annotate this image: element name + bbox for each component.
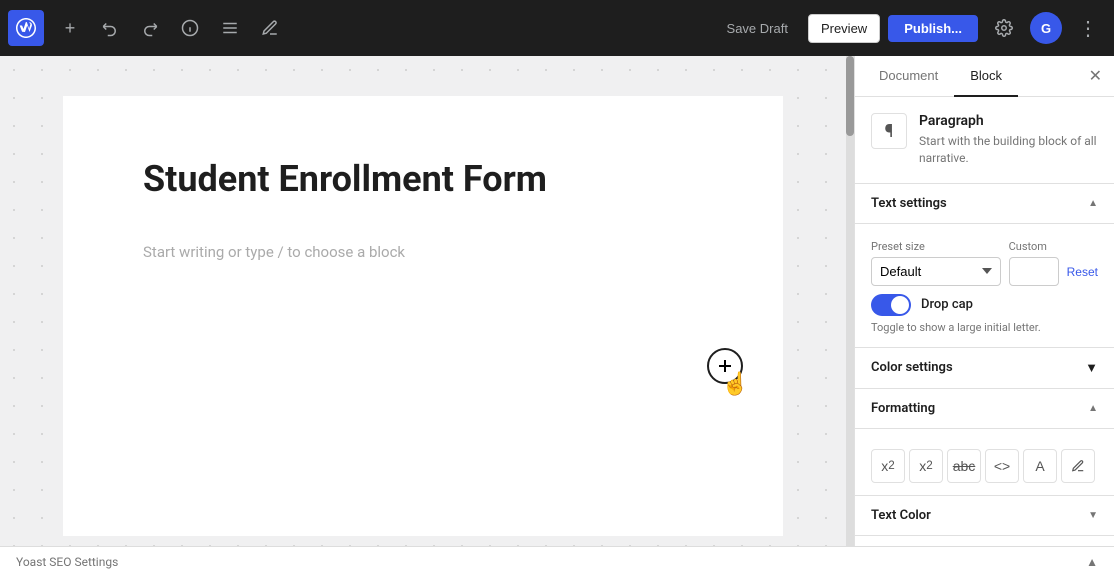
block-placeholder[interactable]: Start writing or type / to choose a bloc…: [143, 235, 703, 269]
block-name: Paragraph: [919, 113, 1098, 129]
settings-button[interactable]: [986, 10, 1022, 46]
text-style-button[interactable]: A: [1023, 449, 1057, 483]
tools-button[interactable]: [252, 10, 288, 46]
block-description: Start with the building block of all nar…: [919, 133, 1098, 167]
custom-size-label: Custom: [1009, 240, 1059, 253]
dropcap-label: Drop cap: [921, 297, 973, 312]
bottom-bar-label: Yoast SEO Settings: [16, 555, 118, 569]
dropcap-row: Drop cap: [871, 294, 1098, 316]
formatting-header[interactable]: Formatting ▲: [855, 389, 1114, 429]
scrollbar-thumb: [846, 56, 854, 136]
preview-button[interactable]: Preview: [808, 14, 880, 43]
save-draft-button[interactable]: Save Draft: [715, 15, 800, 42]
post-title[interactable]: Student Enrollment Form: [143, 156, 703, 203]
dropcap-toggle[interactable]: [871, 294, 911, 316]
bottom-bar-arrow: ▲: [1086, 555, 1098, 569]
preset-size-select-wrap: Preset size Default: [871, 240, 1001, 286]
redo-button[interactable]: [132, 10, 168, 46]
editor-area[interactable]: Student Enrollment Form Start writing or…: [0, 56, 846, 546]
text-settings-chevron: ▲: [1088, 198, 1098, 209]
main-area: Student Enrollment Form Start writing or…: [0, 56, 1114, 546]
cursor-indicator: ☝: [722, 372, 749, 397]
text-color-chevron: ▼: [1088, 510, 1098, 521]
undo-button[interactable]: [92, 10, 128, 46]
preset-size-row: Preset size Default Custom Reset: [871, 240, 1098, 286]
strikethrough-button[interactable]: abc: [947, 449, 981, 483]
color-settings-header[interactable]: Color settings ▼: [855, 348, 1114, 389]
highlight-button[interactable]: [1061, 449, 1095, 483]
block-info-text: Paragraph Start with the building block …: [919, 113, 1098, 167]
tab-block[interactable]: Block: [954, 56, 1018, 97]
dropcap-hint: Toggle to show a large initial letter.: [871, 320, 1098, 335]
panel-tabs: Document Block ✕: [855, 56, 1114, 97]
tab-document[interactable]: Document: [863, 56, 954, 97]
block-info: ¶ Paragraph Start with the building bloc…: [855, 97, 1114, 184]
custom-size-input[interactable]: [1009, 257, 1059, 286]
formatting-chevron: ▲: [1088, 403, 1098, 414]
reset-size-button[interactable]: Reset: [1067, 265, 1098, 286]
add-block-toolbar-button[interactable]: +: [52, 10, 88, 46]
color-settings-chevron: ▼: [1085, 360, 1098, 376]
formatting-tools: x2 x2 abc <> A: [871, 441, 1098, 483]
publish-button[interactable]: Publish...: [888, 15, 978, 42]
subscript-button[interactable]: x2: [909, 449, 943, 483]
bottom-bar[interactable]: Yoast SEO Settings ▲: [0, 546, 1114, 577]
text-color-header[interactable]: Text Color ▼: [855, 496, 1114, 536]
list-view-button[interactable]: [212, 10, 248, 46]
block-type-icon: ¶: [871, 113, 907, 149]
superscript-button[interactable]: x2: [871, 449, 905, 483]
user-avatar-button[interactable]: G: [1030, 12, 1062, 44]
toolbar-right: Save Draft Preview Publish... G ⋮: [715, 10, 1106, 46]
custom-size-wrap: Custom: [1009, 240, 1059, 286]
formatting-content: x2 x2 abc <> A: [855, 429, 1114, 496]
editor-canvas: Student Enrollment Form Start writing or…: [63, 96, 783, 536]
code-button[interactable]: <>: [985, 449, 1019, 483]
more-options-button[interactable]: ⋮: [1070, 10, 1106, 46]
panel-close-button[interactable]: ✕: [1085, 62, 1106, 90]
toolbar-left: +: [8, 10, 288, 46]
editor-scrollbar[interactable]: [846, 56, 854, 546]
preset-size-select[interactable]: Default: [871, 257, 1001, 286]
wp-logo-button[interactable]: [8, 10, 44, 46]
info-button[interactable]: [172, 10, 208, 46]
main-toolbar: +: [0, 0, 1114, 56]
right-panel: Document Block ✕ ¶ Paragraph Start with …: [854, 56, 1114, 546]
text-settings-header[interactable]: Text settings ▲: [855, 184, 1114, 224]
preset-size-label: Preset size: [871, 240, 1001, 253]
text-settings-content: Preset size Default Custom Reset Drop ca…: [855, 224, 1114, 348]
